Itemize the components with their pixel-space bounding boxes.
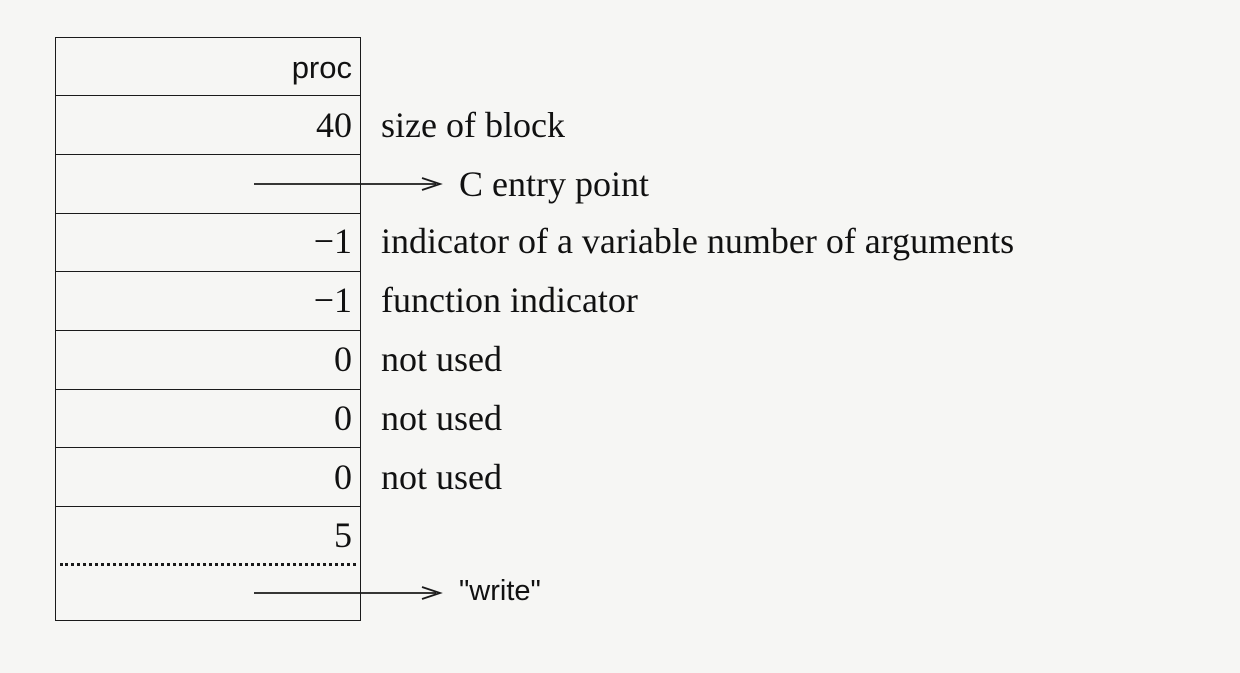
entry-point-arrow <box>254 177 443 191</box>
row-description-unused-2: not used <box>381 398 502 438</box>
cell-value-name-length: 5 <box>334 515 352 555</box>
dotted-divider <box>60 563 356 566</box>
row-divider <box>55 95 361 96</box>
cell-value-proc: proc <box>291 50 352 85</box>
cell-value-varargs: −1 <box>313 221 352 261</box>
row-divider <box>55 154 361 155</box>
row-description-block-size: size of block <box>381 105 565 145</box>
diagram-page: proc 40 −1 −1 0 0 0 5 size of block indi… <box>0 0 1240 673</box>
cell-value-block-size: 40 <box>316 105 352 145</box>
entry-point-label: C entry point <box>459 164 649 204</box>
row-description-function: function indicator <box>381 280 638 320</box>
row-description-unused-3: not used <box>381 457 502 497</box>
row-divider <box>55 389 361 390</box>
write-string-label: "write" <box>459 575 541 607</box>
row-divider <box>55 271 361 272</box>
row-divider <box>55 506 361 507</box>
row-divider <box>55 330 361 331</box>
row-description-varargs: indicator of a variable number of argume… <box>381 221 1015 261</box>
write-string-arrow <box>254 586 443 600</box>
cell-value-unused-2: 0 <box>334 398 352 438</box>
row-divider <box>55 213 361 214</box>
cell-value-unused-3: 0 <box>334 457 352 497</box>
cell-value-function: −1 <box>313 280 352 320</box>
row-divider <box>55 447 361 448</box>
row-description-unused-1: not used <box>381 339 502 379</box>
cell-value-unused-1: 0 <box>334 339 352 379</box>
